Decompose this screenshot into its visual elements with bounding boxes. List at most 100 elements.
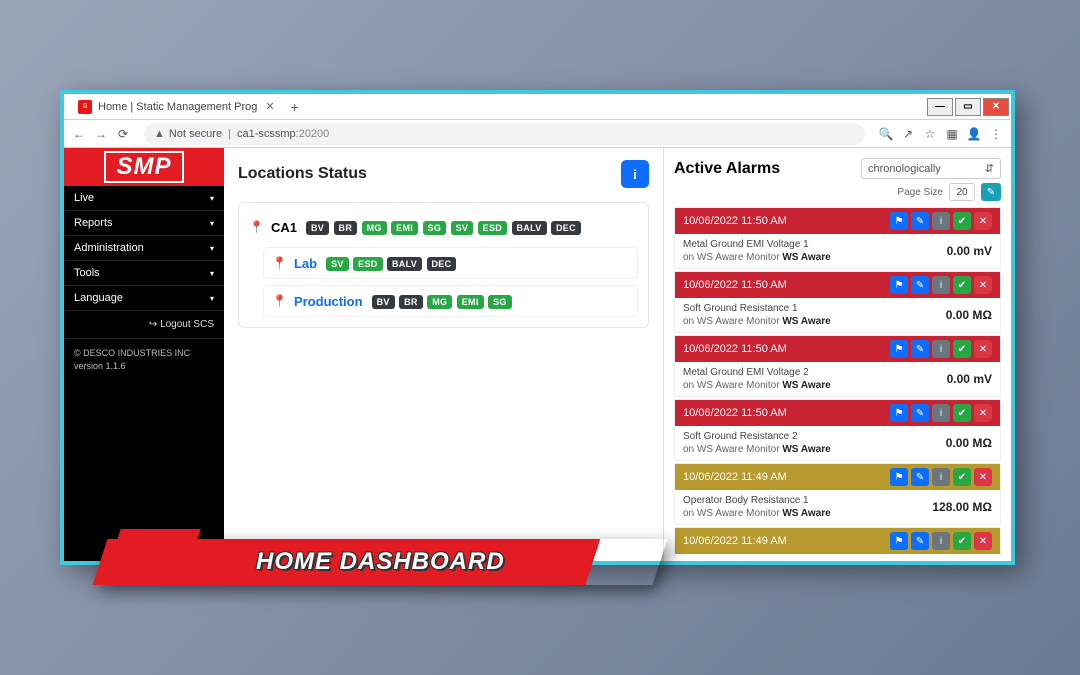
extensions-icon[interactable]: ▦ [943, 125, 961, 143]
info-button[interactable]: i [932, 340, 950, 358]
bookmark-icon[interactable]: ☆ [921, 125, 939, 143]
flag-button[interactable]: ⚑ [890, 468, 908, 486]
menu-icon[interactable]: ⋮ [987, 125, 1005, 143]
info-button[interactable]: i [932, 404, 950, 422]
alarm-body: Metal Ground EMI Voltage 1on WS Aware Mo… [675, 234, 1000, 268]
dismiss-button[interactable]: ✕ [974, 404, 992, 422]
acknowledge-button[interactable]: ✔ [953, 276, 971, 294]
back-button[interactable]: ← [70, 125, 88, 143]
status-badge: MG [362, 221, 387, 235]
flag-button[interactable]: ⚑ [890, 340, 908, 358]
location-child-row[interactable]: 📍LabSV ESD BALV DEC [263, 247, 638, 279]
sidebar-item[interactable]: Language▾ [64, 286, 224, 311]
info-button[interactable]: i [932, 532, 950, 550]
status-badge: BR [334, 221, 358, 235]
sort-select[interactable]: chronologically ⇵ [861, 158, 1001, 179]
locations-title: Locations Status [238, 165, 367, 183]
alarm-actions: ⚑✎i✔✕ [890, 532, 992, 550]
alarm-time-row: 10/06/2022 11:50 AM ⚑✎i✔✕ [675, 400, 1000, 426]
zoom-icon[interactable]: 🔍 [877, 125, 895, 143]
alarm-time-row: 10/06/2022 11:50 AM⚑✎i✔✕ [675, 208, 1000, 234]
dismiss-button[interactable]: ✕ [974, 340, 992, 358]
alarm-value: 0.00 MΩ [946, 308, 992, 322]
alarms-panel: Active Alarms chronologically ⇵ Page Siz… [664, 148, 1011, 561]
alarm-time: 10/06/2022 11:49 AM [683, 535, 787, 547]
sidebar-item[interactable]: Tools▾ [64, 261, 224, 286]
sidebar-item[interactable]: Live▾ [64, 186, 224, 211]
info-button[interactable]: i [932, 468, 950, 486]
dismiss-button[interactable]: ✕ [974, 532, 992, 550]
edit-page-size-button[interactable]: ✎ [981, 183, 1001, 201]
acknowledge-button[interactable]: ✔ [953, 468, 971, 486]
url-input[interactable]: ▲ Not secure | ca1-scssmp:20200 [144, 123, 865, 145]
alarm-time-row: 10/06/2022 11:49 AM ⚑✎i✔✕ [675, 528, 1000, 554]
status-badge: SV [326, 257, 349, 271]
sidebar-item-label: Language [74, 292, 123, 304]
alarm-value: 0.00 mV [947, 244, 992, 258]
share-icon[interactable]: ↗ [899, 125, 917, 143]
tab-title: Home | Static Management Prog [98, 101, 257, 113]
close-window-button[interactable]: ✕ [983, 98, 1009, 116]
flag-button[interactable]: ⚑ [890, 532, 908, 550]
alarm-actions: ⚑✎i✔✕ [890, 404, 992, 422]
alarm-value: 0.00 MΩ [946, 436, 992, 450]
forward-button[interactable]: → [92, 125, 110, 143]
status-badge: EMI [457, 295, 484, 309]
pin-icon: 📍 [249, 220, 264, 234]
info-button[interactable]: i [932, 276, 950, 294]
alarm-body: Soft Ground Resistance 2on WS Aware Moni… [675, 426, 1000, 460]
logout-row[interactable]: ↪ Logout SCS [64, 311, 224, 339]
acknowledge-button[interactable]: ✔ [953, 532, 971, 550]
sidebar-item[interactable]: Reports▾ [64, 211, 224, 236]
alarm-monitor: on WS Aware Monitor WS Aware [683, 251, 831, 264]
info-button[interactable]: i [932, 212, 950, 230]
edit-button[interactable]: ✎ [911, 532, 929, 550]
maximize-button[interactable]: ▭ [955, 98, 981, 116]
copyright-block: © DESCO INDUSTRIES INC version 1.1.6 [64, 339, 224, 380]
status-badge: BR [399, 295, 423, 309]
address-bar: ← → ⟳ ▲ Not secure | ca1-scssmp:20200 🔍 … [64, 120, 1011, 148]
alarm-value: 128.00 MΩ [932, 500, 992, 514]
status-badge: BV [372, 295, 395, 309]
alarm-monitor: on WS Aware Monitor WS Aware [683, 443, 831, 456]
alarm-name: Soft Ground Resistance 2 [683, 430, 831, 443]
flag-button[interactable]: ⚑ [890, 276, 908, 294]
minimize-button[interactable]: — [927, 98, 953, 116]
pin-icon: 📍 [272, 256, 287, 270]
logo: SMP [104, 151, 183, 183]
new-tab-button[interactable]: + [291, 99, 299, 115]
alarm-name: Soft Ground Resistance 1 [683, 302, 831, 315]
dismiss-button[interactable]: ✕ [974, 468, 992, 486]
locations-header: Locations Status i [238, 160, 649, 188]
reload-button[interactable]: ⟳ [114, 125, 132, 143]
acknowledge-button[interactable]: ✔ [953, 340, 971, 358]
close-tab-icon[interactable]: ✕ [265, 100, 274, 113]
alarm-name: Metal Ground EMI Voltage 1 [683, 238, 831, 251]
edit-button[interactable]: ✎ [911, 212, 929, 230]
edit-button[interactable]: ✎ [911, 276, 929, 294]
alarm-item: 10/06/2022 11:50 AM⚑✎i✔✕Soft Ground Resi… [674, 271, 1001, 333]
acknowledge-button[interactable]: ✔ [953, 404, 971, 422]
info-button[interactable]: i [621, 160, 649, 188]
edit-button[interactable]: ✎ [911, 404, 929, 422]
security-warning-icon: ▲ [154, 128, 165, 140]
sidebar-item[interactable]: Administration▾ [64, 236, 224, 261]
location-root-row[interactable]: 📍 CA1 BV BR MG EMI SG SV ESD BALV DEC [249, 213, 638, 241]
location-child-row[interactable]: 📍ProductionBV BR MG EMI SG [263, 285, 638, 317]
alarm-time: 10/06/2022 11:50 AM [683, 407, 787, 419]
flag-button[interactable]: ⚑ [890, 212, 908, 230]
sort-label: chronologically [868, 163, 941, 175]
edit-button[interactable]: ✎ [911, 340, 929, 358]
profile-icon[interactable]: 👤 [965, 125, 983, 143]
dismiss-button[interactable]: ✕ [974, 276, 992, 294]
page-size-input[interactable]: 20 [949, 183, 975, 201]
browser-tab[interactable]: S Home | Static Management Prog ✕ [70, 95, 283, 119]
paging-row: Page Size 20 ✎ [674, 183, 1001, 201]
flag-button[interactable]: ⚑ [890, 404, 908, 422]
alarm-body: Metal Ground EMI Voltage 2on WS Aware Mo… [675, 362, 1000, 396]
page-size-label: Page Size [897, 187, 943, 198]
acknowledge-button[interactable]: ✔ [953, 212, 971, 230]
edit-button[interactable]: ✎ [911, 468, 929, 486]
dismiss-button[interactable]: ✕ [974, 212, 992, 230]
sidebar-item-label: Live [74, 192, 94, 204]
